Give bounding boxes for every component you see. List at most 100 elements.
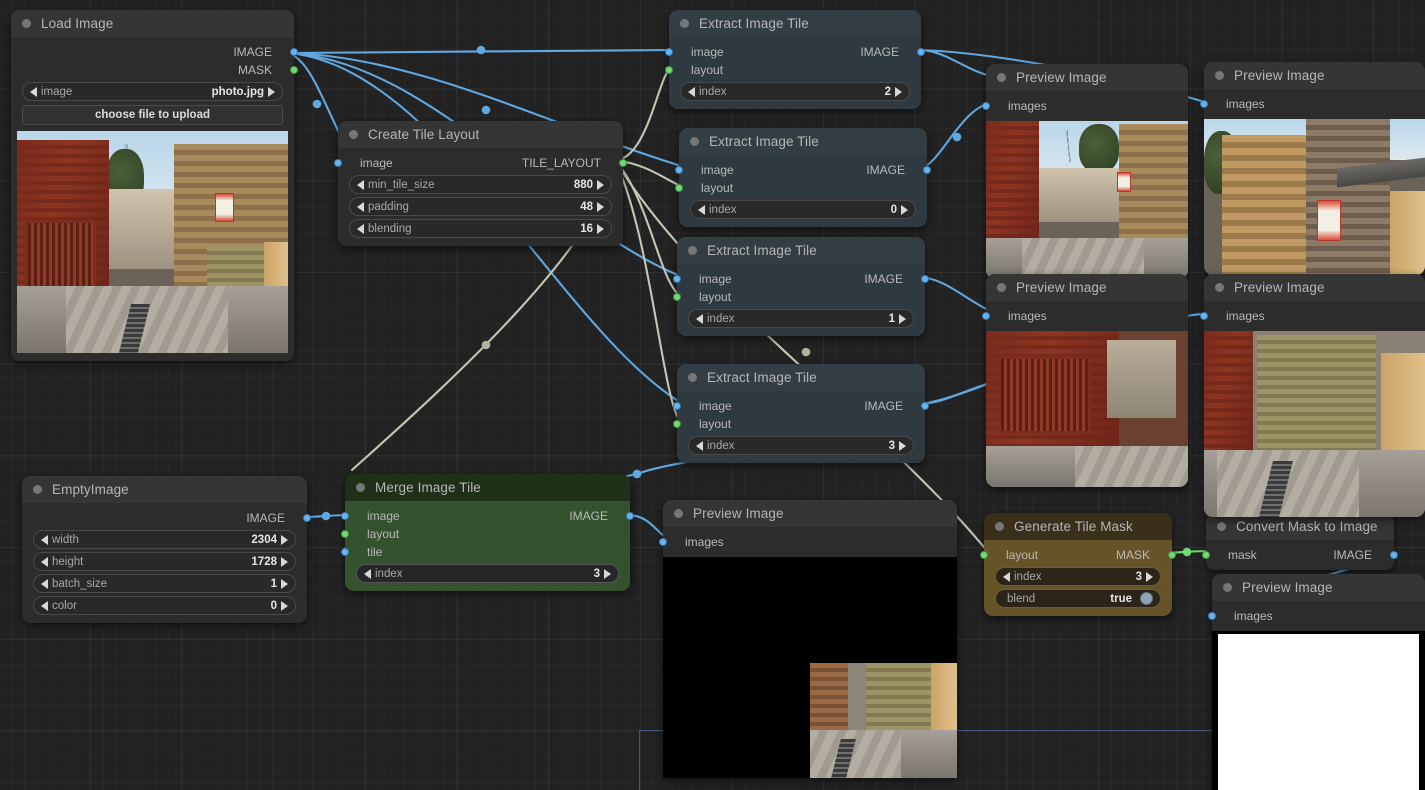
output-slot-mask[interactable]: MASK: [11, 61, 294, 79]
decrement-arrow-icon[interactable]: [41, 579, 48, 589]
collapse-dot-icon[interactable]: [997, 283, 1006, 292]
node-generate-tile-mask[interactable]: Generate Tile Mask layout MASK index 3 b…: [984, 513, 1172, 616]
node-header[interactable]: Merge Image Tile: [345, 474, 630, 501]
node-header[interactable]: Extract Image Tile: [677, 364, 925, 391]
decrement-arrow-icon[interactable]: [696, 314, 703, 324]
node-extract-image-tile-1[interactable]: Extract Image Tile image IMAGE layout in…: [679, 128, 927, 227]
port-image-out[interactable]: [921, 402, 929, 410]
node-header[interactable]: Load Image: [11, 10, 294, 37]
port-image-in[interactable]: [673, 275, 681, 283]
port-layout-in[interactable]: [673, 420, 681, 428]
port-tile-layout-out[interactable]: [619, 159, 627, 167]
node-preview-image-1[interactable]: Preview Image images: [986, 64, 1188, 279]
increment-arrow-icon[interactable]: [597, 202, 604, 212]
node-preview-image-2[interactable]: Preview Image images: [1204, 62, 1425, 275]
port-image-in[interactable]: [334, 159, 342, 167]
port-images-in[interactable]: [1208, 612, 1216, 620]
node-extract-image-tile-0[interactable]: Extract Image Tile image IMAGE layout in…: [669, 10, 921, 109]
port-layout-in[interactable]: [675, 184, 683, 192]
increment-arrow-icon[interactable]: [597, 224, 604, 234]
widget-index[interactable]: index 0: [690, 200, 916, 219]
node-header[interactable]: Extract Image Tile: [677, 237, 925, 264]
port-image-out[interactable]: [917, 48, 925, 56]
node-extract-image-tile-3[interactable]: Extract Image Tile image IMAGE layout in…: [677, 364, 925, 463]
toggle-knob-icon[interactable]: [1140, 592, 1153, 605]
slot-images[interactable]: images: [1212, 607, 1425, 625]
output-slot-image[interactable]: IMAGE: [11, 43, 294, 61]
decrement-arrow-icon[interactable]: [357, 202, 364, 212]
slot-layout[interactable]: layout MASK: [984, 546, 1172, 564]
slot-images[interactable]: images: [1204, 307, 1425, 325]
widget-color[interactable]: color 0: [33, 596, 296, 615]
port-image-in[interactable]: [665, 48, 673, 56]
node-header[interactable]: Preview Image: [986, 64, 1188, 91]
node-preview-image-3[interactable]: Preview Image images: [986, 274, 1188, 487]
port-image-out[interactable]: [1390, 551, 1398, 559]
widget-image-combo[interactable]: image photo.jpg: [22, 82, 283, 101]
slot-images[interactable]: images: [663, 533, 957, 551]
node-header[interactable]: EmptyImage: [22, 476, 307, 503]
port-layout-in[interactable]: [980, 551, 988, 559]
port-layout-in[interactable]: [665, 66, 673, 74]
port-images-in[interactable]: [982, 312, 990, 320]
collapse-dot-icon[interactable]: [995, 522, 1004, 531]
node-preview-image-mask[interactable]: Preview Image images: [1212, 574, 1425, 790]
increment-arrow-icon[interactable]: [281, 557, 288, 567]
port-mask-out[interactable]: [290, 66, 298, 74]
port-images-in[interactable]: [1200, 100, 1208, 108]
increment-arrow-icon[interactable]: [1146, 572, 1153, 582]
widget-index[interactable]: index 1: [688, 309, 914, 328]
node-header[interactable]: Extract Image Tile: [669, 10, 921, 37]
node-merge-image-tile[interactable]: Merge Image Tile image IMAGE layout tile…: [345, 474, 630, 591]
port-image-out[interactable]: [290, 48, 298, 56]
node-convert-mask-to-image[interactable]: Convert Mask to Image mask IMAGE: [1206, 513, 1394, 570]
increment-arrow-icon[interactable]: [597, 180, 604, 190]
collapse-dot-icon[interactable]: [356, 483, 365, 492]
port-image-in[interactable]: [341, 512, 349, 520]
widget-width[interactable]: width 2304: [33, 530, 296, 549]
port-image-out[interactable]: [921, 275, 929, 283]
widget-min-tile-size[interactable]: min_tile_size 880: [349, 175, 612, 194]
slot-layout[interactable]: layout: [679, 179, 927, 197]
widget-padding[interactable]: padding 48: [349, 197, 612, 216]
port-image-out[interactable]: [626, 512, 634, 520]
collapse-dot-icon[interactable]: [1215, 71, 1224, 80]
node-header[interactable]: Preview Image: [1212, 574, 1425, 601]
port-layout-in[interactable]: [673, 293, 681, 301]
node-extract-image-tile-2[interactable]: Extract Image Tile image IMAGE layout in…: [677, 237, 925, 336]
node-preview-image-merged[interactable]: Preview Image images: [663, 500, 957, 778]
decrement-arrow-icon[interactable]: [1003, 572, 1010, 582]
port-image-out[interactable]: [923, 166, 931, 174]
slot-image[interactable]: image IMAGE: [669, 43, 921, 61]
port-image-out[interactable]: [303, 514, 311, 522]
node-header[interactable]: Preview Image: [986, 274, 1188, 301]
decrement-arrow-icon[interactable]: [41, 535, 48, 545]
node-create-tile-layout[interactable]: Create Tile Layout image TILE_LAYOUT min…: [338, 121, 623, 246]
output-slot-image[interactable]: IMAGE: [22, 509, 307, 527]
node-header[interactable]: Convert Mask to Image: [1206, 513, 1394, 540]
node-empty-image[interactable]: EmptyImage IMAGE width 2304 height 1728: [22, 476, 307, 623]
node-header[interactable]: Preview Image: [1204, 274, 1425, 301]
slot-image[interactable]: image IMAGE: [345, 507, 630, 525]
increment-arrow-icon[interactable]: [899, 314, 906, 324]
node-preview-image-4[interactable]: Preview Image images: [1204, 274, 1425, 517]
slot-image[interactable]: image IMAGE: [677, 397, 925, 415]
slot-image[interactable]: image IMAGE: [677, 270, 925, 288]
port-image-in[interactable]: [675, 166, 683, 174]
node-header[interactable]: Create Tile Layout: [338, 121, 623, 148]
collapse-dot-icon[interactable]: [688, 373, 697, 382]
decrement-arrow-icon[interactable]: [41, 601, 48, 611]
slot-images[interactable]: images: [1204, 95, 1425, 113]
collapse-dot-icon[interactable]: [688, 246, 697, 255]
port-layout-in[interactable]: [341, 530, 349, 538]
increment-arrow-icon[interactable]: [901, 205, 908, 215]
collapse-dot-icon[interactable]: [1217, 522, 1226, 531]
increment-arrow-icon[interactable]: [281, 579, 288, 589]
slot-layout[interactable]: layout: [669, 61, 921, 79]
node-load-image[interactable]: Load Image IMAGE MASK image photo.jpg ch…: [11, 10, 294, 361]
widget-height[interactable]: height 1728: [33, 552, 296, 571]
widget-index[interactable]: index 2: [680, 82, 910, 101]
collapse-dot-icon[interactable]: [690, 137, 699, 146]
node-header[interactable]: Extract Image Tile: [679, 128, 927, 155]
collapse-dot-icon[interactable]: [997, 73, 1006, 82]
